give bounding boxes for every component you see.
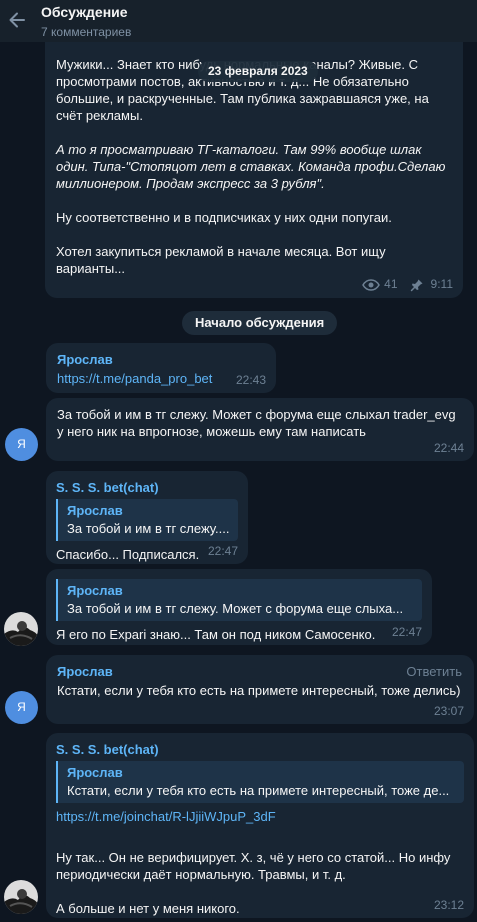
sender-name[interactable]: Ярослав — [57, 351, 265, 368]
discussion-start-badge: Начало обсуждения — [182, 311, 338, 335]
comments-count: 7 комментариев — [41, 25, 132, 39]
date-separator: 23 февраля 2023 — [198, 61, 318, 82]
message-time: 22:47 — [207, 544, 238, 558]
post-paragraph: Хотел закупиться рекламой в начале месяц… — [56, 244, 386, 276]
quote-author: Ярослав — [67, 765, 123, 780]
quote-text: За тобой и им в тг слежу. Может с форума… — [67, 601, 404, 616]
message-time: 22:44 — [433, 441, 464, 455]
reply-button[interactable]: Ответить — [406, 663, 462, 680]
post-meta: 41 9:11 — [362, 276, 453, 293]
pin-icon — [410, 279, 423, 291]
quote-author: Ярослав — [67, 583, 123, 598]
message-text: Я его по Expari знаю... Там он под ником… — [56, 627, 376, 642]
message-text: За тобой и им в тг слежу. Может с форума… — [57, 407, 456, 439]
message-time: 22:43 — [235, 373, 266, 387]
sender-name[interactable]: Ярослав — [57, 663, 463, 680]
message-text: Ну так... Он не верифицирует. Х. з, чё у… — [56, 850, 451, 882]
reply-quote[interactable]: Ярослав За тобой и им в тг слежу. Может … — [56, 579, 422, 621]
views-count: 41 — [384, 277, 398, 291]
message-time: 23:07 — [433, 704, 464, 718]
post-time: 9:11 — [430, 277, 453, 291]
post-paragraph: Ну соответственно и в подписчиках у них … — [56, 210, 392, 225]
message-bubble[interactable]: Ярослав https://t.me/panda_pro_bet 22:43 — [46, 343, 276, 393]
message-text: Кстати, если у тебя кто есть на примете … — [57, 683, 461, 698]
message-bubble[interactable]: За тобой и им в тг слежу. Может с форума… — [46, 398, 474, 461]
message-bubble[interactable]: Ярослав За тобой и им в тг слежу. Может … — [46, 569, 432, 645]
avatar[interactable]: Я — [5, 691, 38, 724]
quote-text: Кстати, если у тебя кто есть на примете … — [67, 783, 450, 798]
message-link[interactable]: https://t.me/panda_pro_bet — [57, 371, 212, 386]
message-time: 22:47 — [391, 625, 422, 639]
avatar[interactable] — [4, 612, 38, 646]
avatar[interactable] — [4, 880, 38, 914]
message-text: А больше и нет у меня никого. — [56, 901, 240, 916]
eye-icon — [362, 278, 381, 291]
quote-author: Ярослав — [67, 503, 123, 518]
message-bubble[interactable]: S. S. S. bet(chat) Ярослав Кстати, если … — [46, 733, 474, 918]
quote-text: За тобой и им в тг слежу.... — [67, 521, 230, 536]
message-link[interactable]: https://t.me/joinchat/R-lJjiiWJpuP_3dF — [56, 808, 464, 825]
header-title: Обсуждение — [41, 4, 128, 20]
back-arrow-icon[interactable] — [6, 9, 28, 31]
post-paragraph: А то я просматриваю ТГ-каталоги. Там 99%… — [56, 142, 446, 191]
reply-quote[interactable]: Ярослав За тобой и им в тг слежу.... — [56, 499, 238, 541]
message-bubble[interactable]: Ярослав Ответить Кстати, если у тебя кто… — [46, 655, 474, 724]
sender-name[interactable]: S. S. S. bet(chat) — [56, 741, 464, 758]
message-bubble[interactable]: S. S. S. bet(chat) Ярослав За тобой и им… — [46, 471, 248, 564]
chat-header: Обсуждение 7 комментариев — [0, 0, 477, 42]
message-time: 23:12 — [433, 898, 464, 912]
avatar[interactable]: Я — [5, 428, 38, 461]
reply-quote[interactable]: Ярослав Кстати, если у тебя кто есть на … — [56, 761, 464, 803]
sender-name[interactable]: S. S. S. bet(chat) — [56, 479, 238, 496]
